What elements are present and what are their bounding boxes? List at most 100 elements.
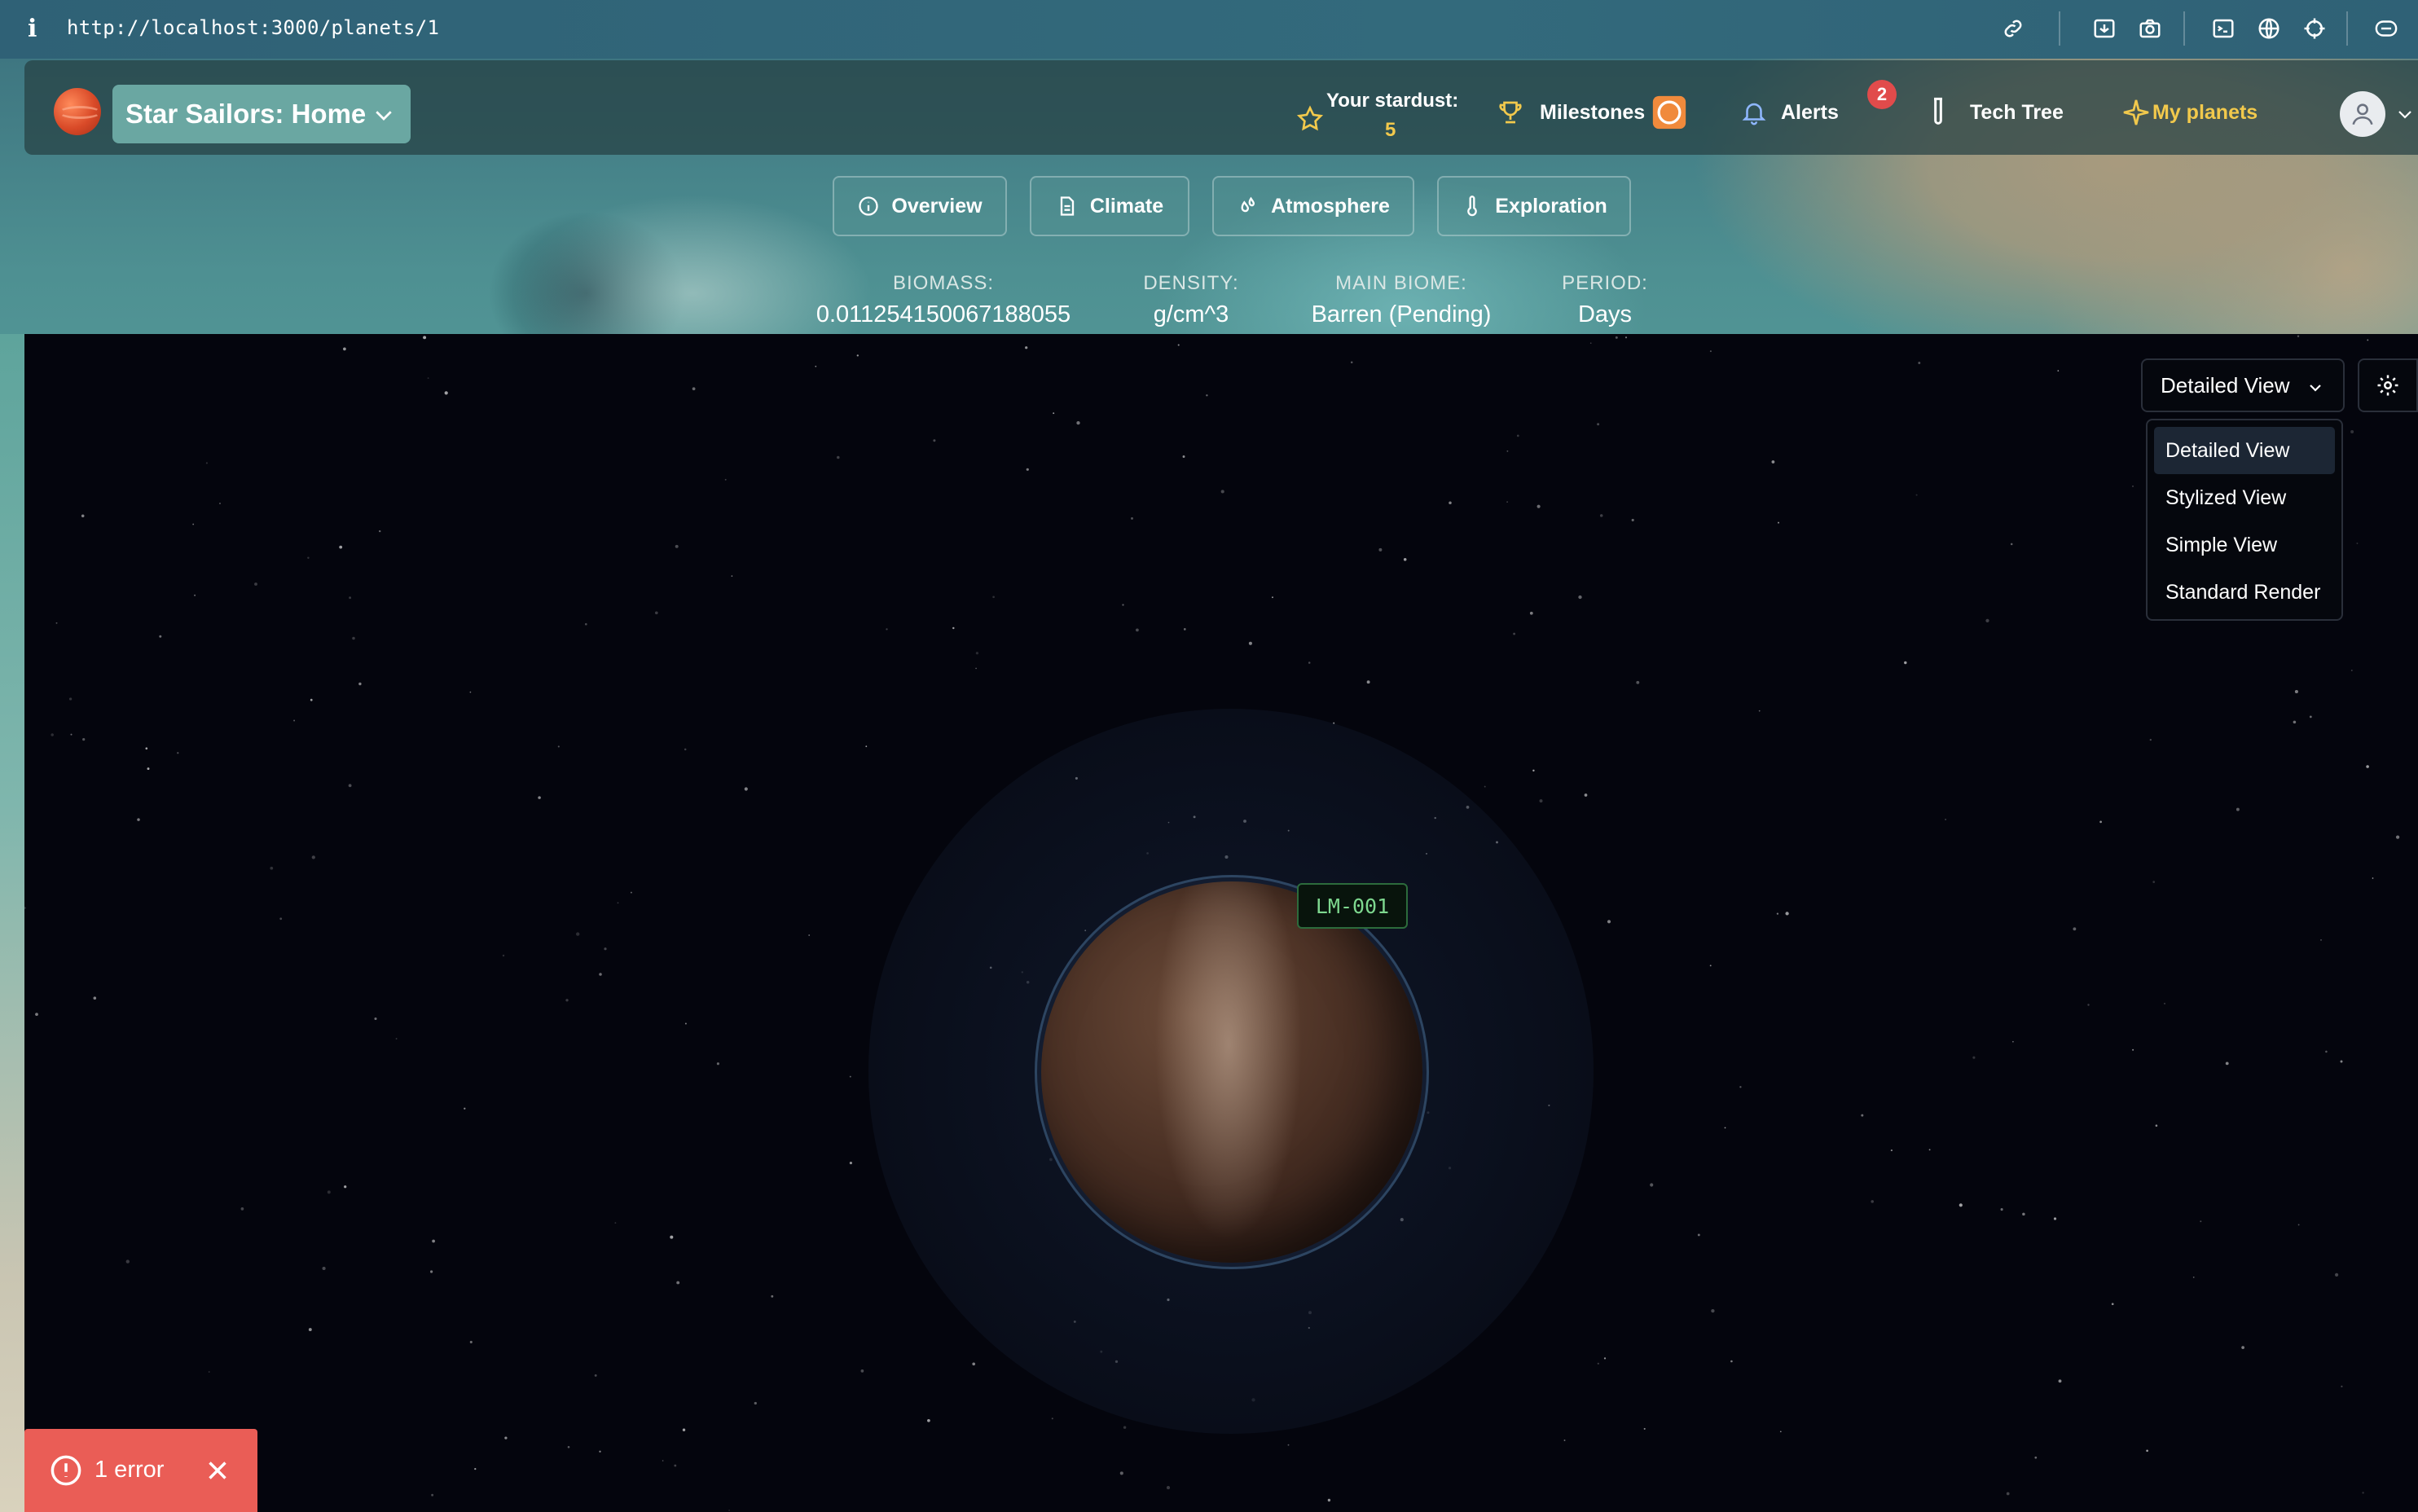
- view-option-stylized[interactable]: Stylized View: [2154, 474, 2335, 521]
- home-button[interactable]: Star Sailors: Home: [112, 85, 411, 143]
- link-icon[interactable]: [1999, 15, 2027, 42]
- url-bar[interactable]: http://localhost:3000/planets/1: [67, 16, 439, 39]
- my-planets-label: My planets: [2152, 100, 2258, 124]
- star: [1599, 514, 1603, 517]
- star: [1529, 611, 1533, 615]
- view-option-standard[interactable]: Standard Render: [2154, 569, 2335, 616]
- star: [837, 455, 840, 459]
- star: [2000, 1208, 2003, 1211]
- milestones-label: Milestones: [1540, 100, 1646, 124]
- planet-logo-icon[interactable]: [54, 88, 101, 135]
- alerts-button[interactable]: Alerts: [1740, 88, 1839, 137]
- star: [975, 652, 979, 655]
- star: [159, 635, 162, 638]
- star: [358, 682, 362, 686]
- error-toast[interactable]: 1 error: [24, 1429, 257, 1512]
- info-icon[interactable]: i: [28, 15, 44, 43]
- star: [1915, 494, 1918, 496]
- star: [2335, 1272, 2339, 1277]
- tab-climate[interactable]: Climate: [1030, 176, 1189, 236]
- info-circle-icon: [859, 196, 879, 216]
- star: [427, 377, 429, 380]
- star: [952, 626, 955, 630]
- star: [2341, 1385, 2343, 1388]
- stat-main-biome: MAIN BIOME: Barren (Pending): [1297, 272, 1506, 328]
- star: [2073, 927, 2077, 931]
- star: [2325, 1050, 2328, 1053]
- tech-tree-button[interactable]: Tech Tree: [1926, 88, 2064, 137]
- globe-icon[interactable]: [2255, 15, 2283, 42]
- star: [430, 1270, 433, 1273]
- star: [2012, 1040, 2014, 1043]
- star: [1730, 1360, 1733, 1363]
- crosshair-icon[interactable]: [2301, 15, 2328, 42]
- star: [70, 733, 73, 736]
- star: [630, 891, 632, 894]
- star: [2053, 1217, 2057, 1220]
- star: [1918, 362, 1921, 364]
- star: [1220, 490, 1224, 494]
- star: [674, 1464, 677, 1467]
- star: [2152, 881, 2156, 883]
- view-mode-select[interactable]: Detailed View: [2141, 358, 2345, 412]
- settings-button[interactable]: [2358, 358, 2418, 412]
- tab-exploration[interactable]: Exploration: [1437, 176, 1631, 236]
- star: [849, 1075, 851, 1078]
- star: [2057, 370, 2060, 371]
- star: [1709, 965, 1712, 967]
- star: [469, 1340, 473, 1343]
- close-icon[interactable]: [202, 1455, 233, 1490]
- star: [1122, 604, 1124, 606]
- avatar-chevron-down-icon[interactable]: [2395, 104, 2415, 124]
- star: [1131, 516, 1133, 520]
- star: [68, 697, 73, 701]
- droplets-icon: [1241, 196, 1255, 213]
- tab-overview[interactable]: Overview: [833, 176, 1007, 236]
- star: [886, 628, 888, 631]
- star: [352, 636, 355, 640]
- stat-biomass-key: BIOMASS:: [892, 272, 995, 294]
- star: [692, 387, 696, 391]
- extensions-icon[interactable]: [2372, 15, 2400, 42]
- planet-label[interactable]: LM-001: [1297, 883, 1408, 929]
- camera-icon[interactable]: [2136, 15, 2164, 42]
- star: [145, 747, 148, 749]
- test-tube-icon: [1926, 96, 1950, 129]
- star: [538, 796, 541, 799]
- star: [431, 1493, 434, 1497]
- stardust-label: Your stardust:: [1326, 90, 1459, 112]
- sparkle-icon: [2121, 98, 2151, 127]
- star: [1603, 1357, 1607, 1360]
- star: [1697, 1233, 1700, 1237]
- view-option-detailed[interactable]: Detailed View: [2154, 427, 2335, 474]
- star: [147, 767, 150, 771]
- star: [599, 973, 602, 976]
- star: [348, 784, 352, 788]
- planet-sphere[interactable]: [1041, 881, 1422, 1263]
- view-option-simple[interactable]: Simple View: [2154, 521, 2335, 569]
- star: [1516, 434, 1519, 437]
- star: [1636, 680, 1640, 684]
- star: [423, 336, 427, 340]
- avatar[interactable]: [2340, 91, 2385, 137]
- star: [343, 347, 346, 351]
- planet-viewer[interactable]: LM-001: [24, 334, 2418, 1512]
- star: [614, 1222, 617, 1224]
- tab-atmosphere[interactable]: Atmosphere: [1212, 176, 1414, 236]
- star: [1563, 1439, 1566, 1441]
- star: [2006, 1492, 2010, 1496]
- star: [1631, 518, 1634, 521]
- stardust-counter[interactable]: Your stardust: 5: [1295, 86, 1458, 145]
- star: [254, 582, 257, 586]
- star: [1861, 1114, 1864, 1117]
- milestones-button[interactable]: Milestones: [1496, 88, 1687, 137]
- screenshot-icon[interactable]: [2090, 15, 2118, 42]
- star: [1771, 460, 1775, 464]
- star: [2164, 1002, 2165, 1004]
- star: [35, 1013, 38, 1016]
- star: [724, 478, 727, 481]
- terminal-icon[interactable]: [2209, 15, 2237, 42]
- star: [2297, 335, 2300, 337]
- star: [1051, 1418, 1053, 1420]
- my-planets-button[interactable]: My planets: [2121, 88, 2258, 137]
